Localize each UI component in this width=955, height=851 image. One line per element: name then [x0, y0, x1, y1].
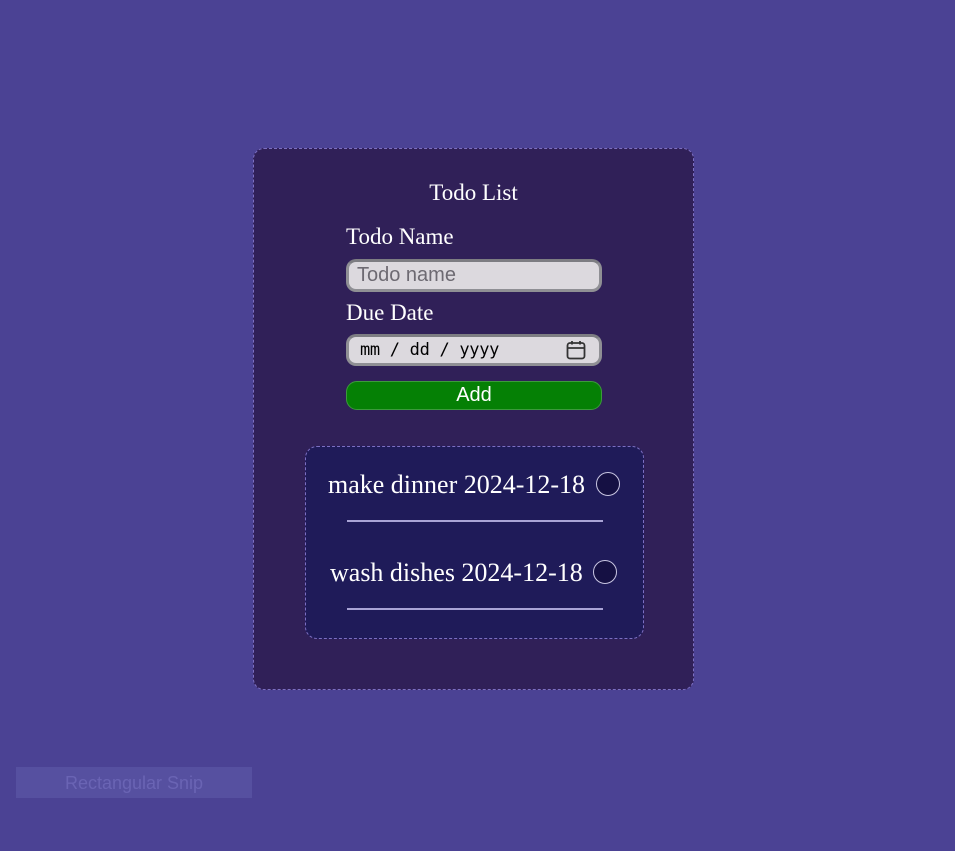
due-date-placeholder: mm / dd / yyyy — [360, 340, 500, 360]
due-date-input[interactable]: mm / dd / yyyy — [346, 334, 602, 366]
list-item: wash dishes 2024-12-18 — [306, 553, 643, 593]
page-title: Todo List — [429, 180, 518, 205]
due-date-label: Due Date — [346, 300, 434, 325]
calendar-icon[interactable] — [565, 339, 587, 361]
list-item: make dinner 2024-12-18 — [306, 465, 643, 505]
divider — [347, 608, 603, 610]
todo-list: make dinner 2024-12-18 wash dishes 2024-… — [305, 446, 644, 639]
todo-checkbox[interactable] — [593, 560, 617, 584]
divider — [347, 520, 603, 522]
todo-checkbox[interactable] — [596, 472, 620, 496]
add-button[interactable]: Add — [346, 381, 602, 410]
todo-card: Todo List Todo Name Due Date mm / dd / y… — [253, 148, 694, 690]
rectangular-snip-button[interactable]: Rectangular Snip — [16, 767, 252, 798]
todo-name-input[interactable] — [346, 259, 602, 292]
todo-item-text: wash dishes 2024-12-18 — [330, 558, 583, 587]
todo-name-label: Todo Name — [346, 224, 454, 249]
todo-item-text: make dinner 2024-12-18 — [328, 470, 586, 499]
